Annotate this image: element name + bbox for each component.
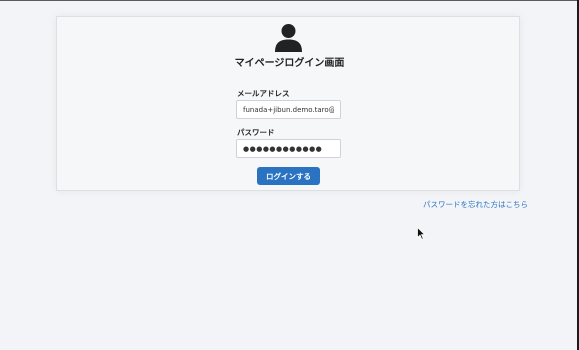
email-label: メールアドレス (237, 89, 290, 98)
page-title: マイページログイン画面 (234, 58, 345, 69)
mouse-cursor-icon (417, 227, 426, 240)
window-top-border (0, 0, 579, 1)
password-label: パスワード (237, 128, 275, 137)
login-button[interactable]: ログインする (257, 167, 320, 185)
forgot-password-link[interactable]: パスワードを忘れた方はこちら (423, 199, 528, 210)
user-icon (275, 24, 302, 52)
email-field[interactable] (236, 100, 341, 119)
password-field[interactable] (236, 139, 341, 158)
